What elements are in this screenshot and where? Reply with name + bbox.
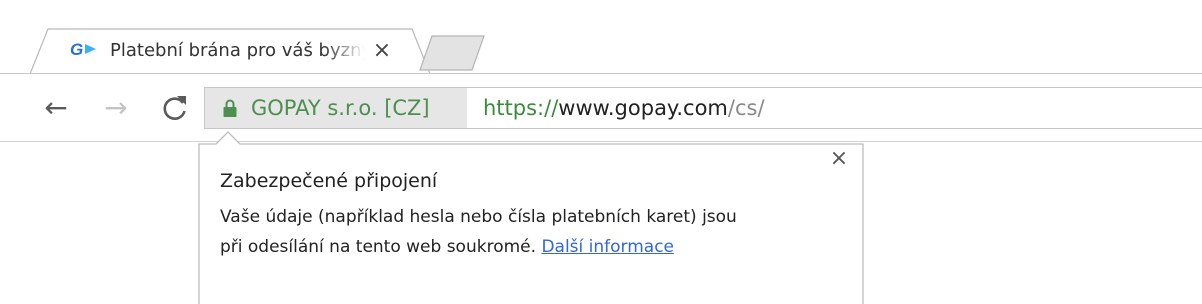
gopay-logo-icon: G	[70, 40, 96, 59]
reload-icon[interactable]	[159, 92, 191, 124]
browser-tab[interactable]: G Platební brána pro váš byznys ×	[30, 27, 430, 74]
back-arrow-icon[interactable]: ←	[40, 92, 72, 124]
site-identity-label: GOPAY s.r.o. [CZ]	[251, 96, 430, 120]
url-path: /cs/	[727, 96, 765, 120]
tab-strip: G Platební brána pro váš byznys ×	[0, 0, 1202, 74]
forward-arrow-icon[interactable]: →	[100, 92, 132, 124]
tab-title: Platební brána pro váš byznys	[110, 40, 365, 61]
popup-title: Zabezpečené připojení	[220, 170, 438, 192]
svg-text:G: G	[70, 40, 83, 59]
tab-close-icon[interactable]: ×	[370, 39, 394, 63]
popup-body: Vaše údaje (například hesla nebo čísla p…	[220, 202, 850, 262]
popup-close-icon[interactable]: ×	[826, 146, 852, 172]
lock-icon	[223, 99, 237, 117]
popup-body-line-1: Vaše údaje (například hesla nebo čísla p…	[220, 207, 737, 227]
site-identity-chip[interactable]: GOPAY s.r.o. [CZ]	[205, 88, 467, 128]
address-bar[interactable]: GOPAY s.r.o. [CZ] https://www.gopay.com/…	[204, 87, 1202, 129]
new-tab-button[interactable]	[418, 34, 486, 72]
url-scheme: https://	[483, 96, 559, 120]
learn-more-link[interactable]: Další informace	[541, 237, 674, 257]
url-host: www.gopay.com	[558, 96, 728, 120]
security-info-popup: × Zabezpečené připojení Vaše údaje (např…	[198, 130, 864, 304]
popup-body-line-2: při odesílání na tento web soukromé.	[220, 237, 542, 257]
reload-arrow-icon	[163, 96, 186, 120]
url-text[interactable]: https://www.gopay.com/cs/	[483, 95, 765, 121]
